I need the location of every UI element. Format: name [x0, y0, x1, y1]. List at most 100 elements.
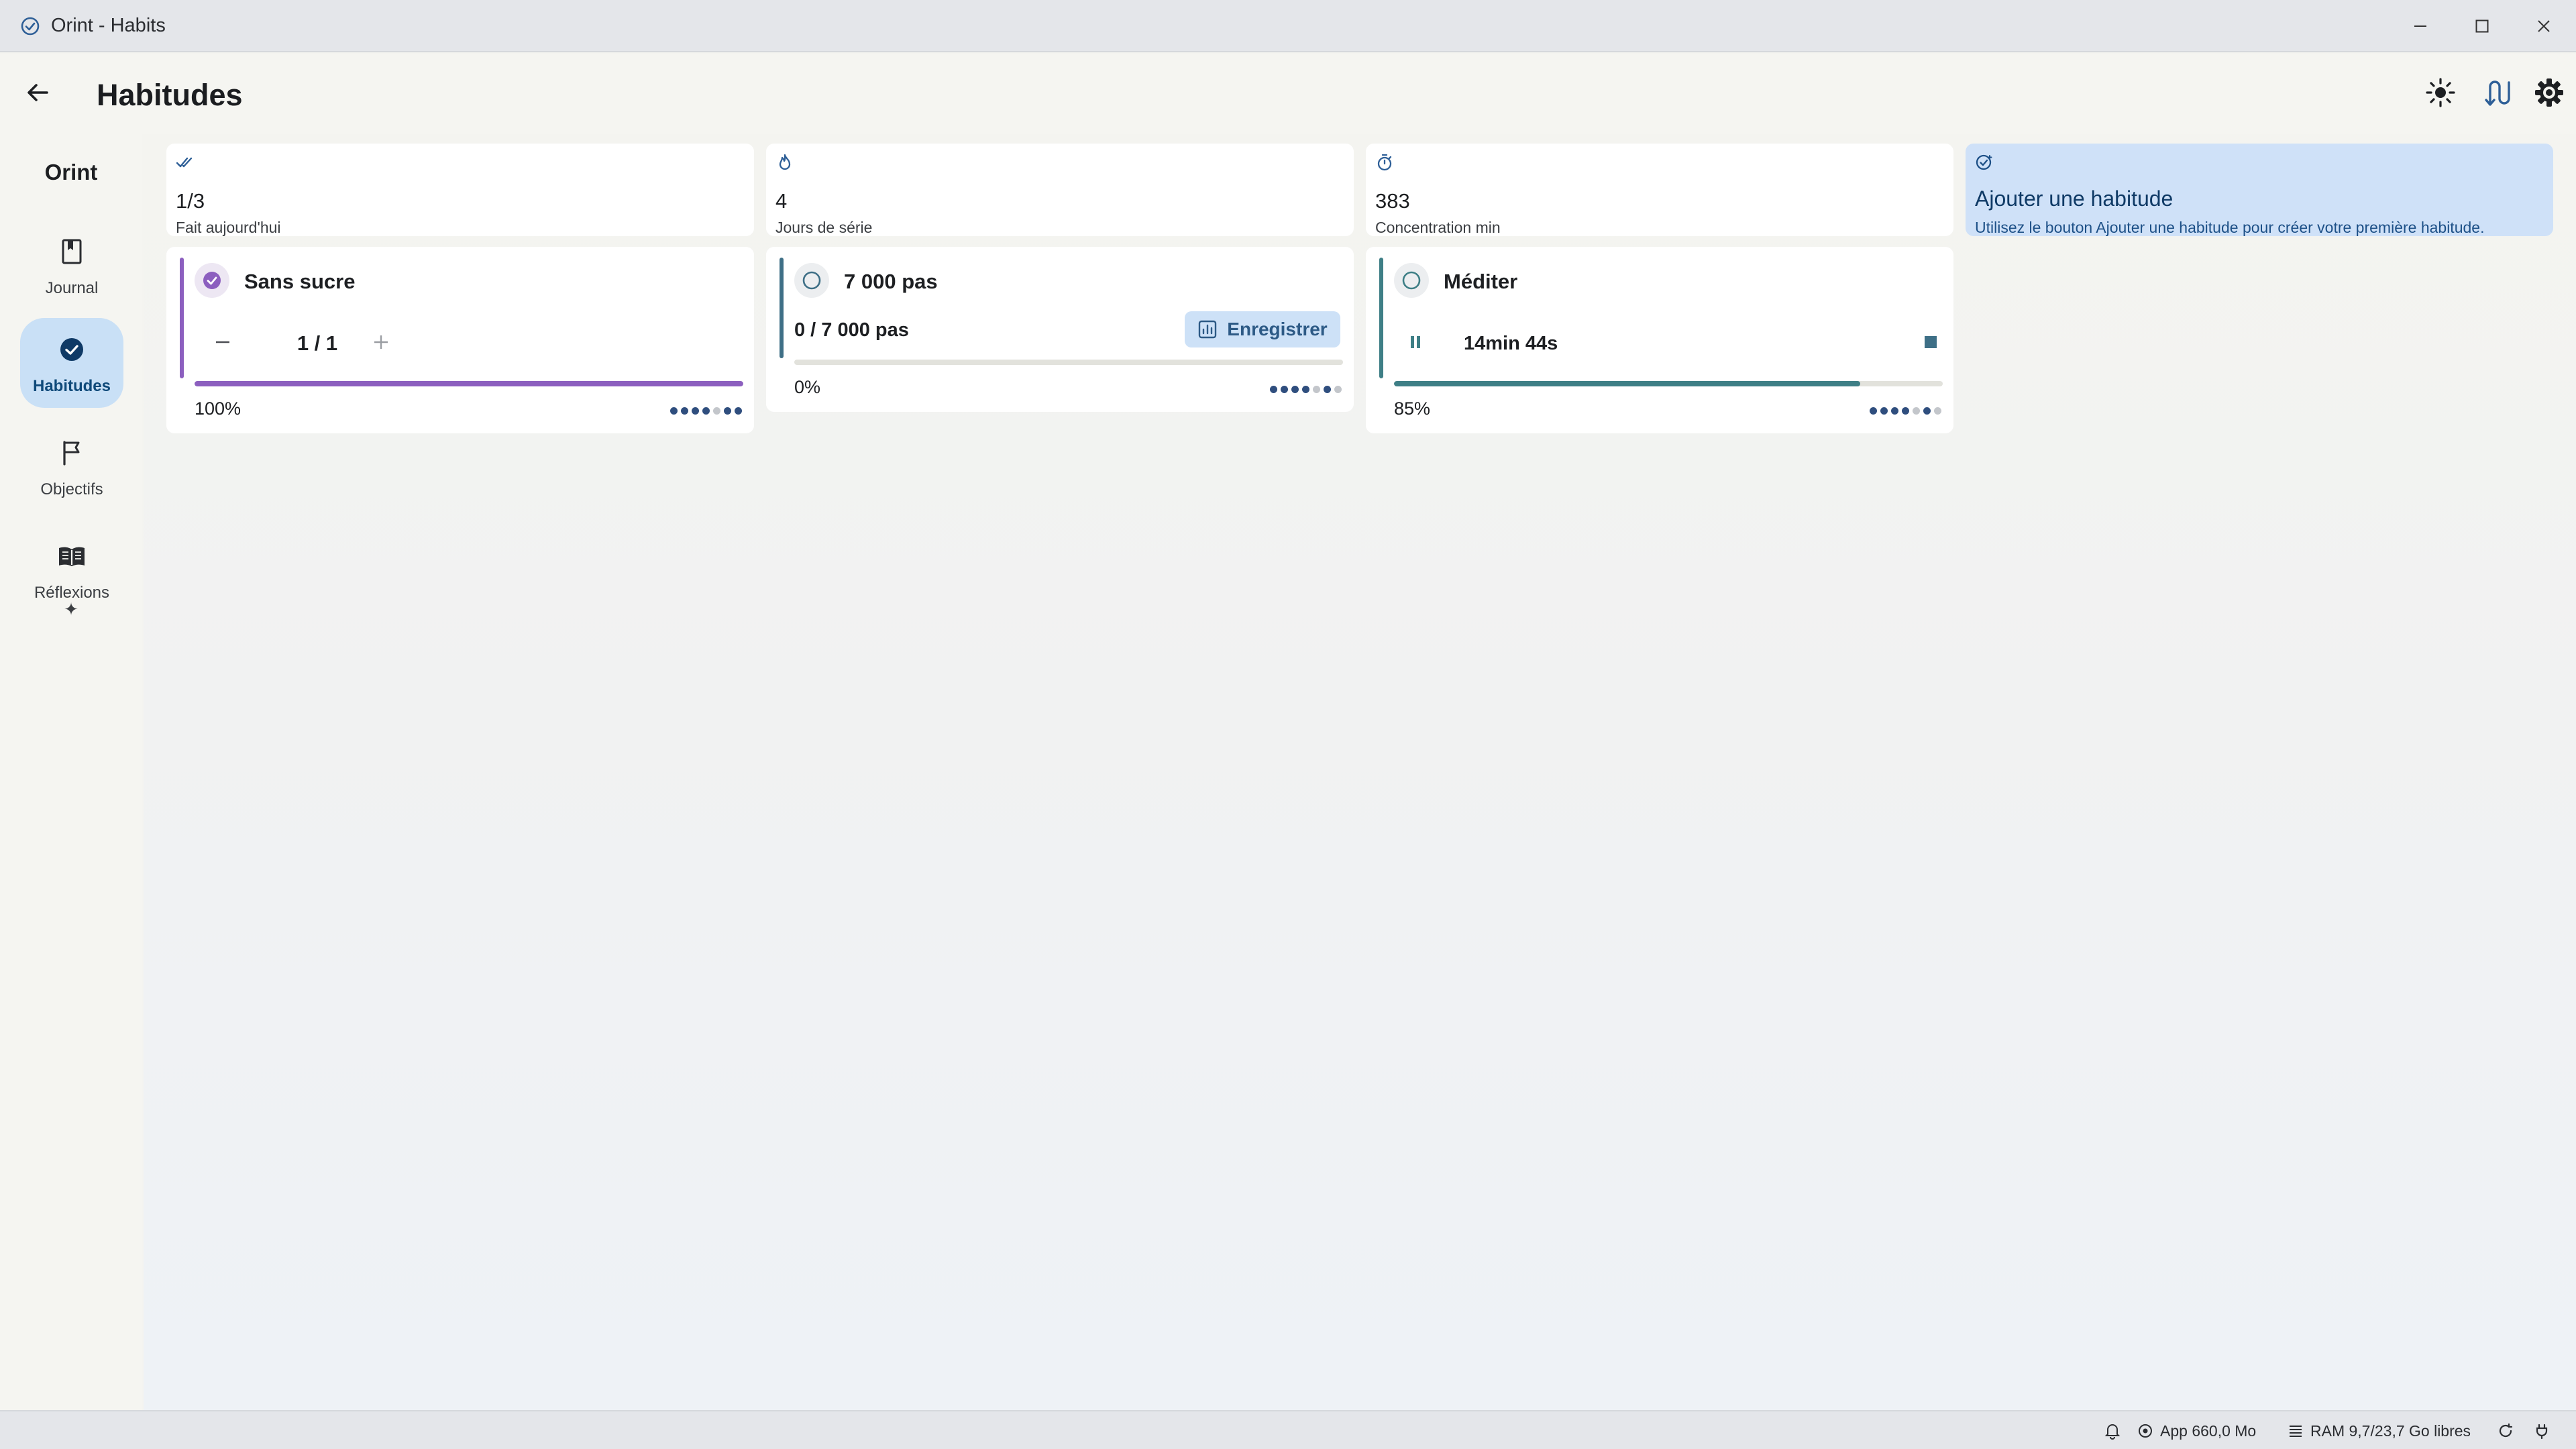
habit-progress-fill — [1394, 381, 1861, 386]
page-header: Habitudes — [0, 54, 2576, 134]
check-plus-icon — [1976, 154, 1992, 170]
empty-circle-icon — [802, 271, 821, 290]
stat-label: Concentration min — [1375, 219, 1501, 236]
habit-done-toggle[interactable] — [1394, 263, 1429, 298]
stat-value: 1/3 — [176, 189, 205, 213]
habit-done-toggle[interactable] — [195, 263, 229, 298]
habit-progress-bar — [794, 360, 1343, 365]
sidebar-item-habitudes[interactable]: Habitudes — [20, 318, 123, 408]
gear-icon — [2535, 78, 2563, 107]
record-button[interactable]: Enregistrer — [1185, 311, 1340, 347]
refresh-icon — [2499, 1423, 2513, 1438]
bookmark-icon — [62, 239, 82, 264]
history-dot — [1270, 385, 1277, 393]
history-dot — [1891, 407, 1898, 415]
sidebar-item-label: Habitudes — [32, 377, 111, 395]
habit-percent: 100% — [195, 398, 241, 419]
history-dot — [1870, 407, 1877, 415]
bell-icon — [2104, 1424, 2121, 1440]
sync-button[interactable] — [2477, 74, 2514, 111]
habit-accent — [1379, 258, 1383, 378]
timer-icon — [1377, 154, 1392, 171]
sidebar-item-label: Objectifs — [40, 480, 103, 498]
add-habit-card[interactable]: Ajouter une habitude Utilisez le bouton … — [1966, 144, 2553, 236]
history-dot — [692, 407, 699, 415]
window-title: Orint - Habits — [51, 15, 166, 36]
stepper-value: 1 / 1 — [297, 331, 338, 355]
habit-name: Méditer — [1444, 270, 1518, 293]
habit-name: Sans sucre — [244, 270, 356, 293]
pause-icon — [1411, 336, 1420, 348]
habit-accent — [780, 258, 784, 358]
stat-value: 4 — [775, 189, 788, 213]
habit-percent: 85% — [1394, 398, 1431, 419]
sidebar: Orint Journal Habitudes Objectifs Réflex… — [0, 134, 142, 1410]
history-dot — [735, 407, 742, 415]
history-dot — [1913, 407, 1920, 415]
maximize-icon — [2475, 19, 2489, 33]
history-dot — [1934, 407, 1941, 415]
chip-icon — [2139, 1424, 2152, 1438]
history-dot — [1880, 407, 1888, 415]
habit-card-sans-sucre: Sans sucre 1 / 1 100% — [166, 247, 754, 433]
sidebar-item-journal[interactable]: Journal — [20, 220, 123, 310]
habit-timer: 14min 44s — [1464, 333, 1558, 354]
plug-icon — [2536, 1424, 2548, 1440]
history-dot — [1902, 407, 1909, 415]
open-book-icon — [59, 547, 85, 566]
empty-circle-icon — [1402, 271, 1421, 290]
status-bar: App 660,0 Mo RAM 9,7/23,7 Go libres — [0, 1410, 2576, 1449]
stat-card-focus: 383 Concentration min — [1366, 144, 1953, 236]
habit-progress-text: 0 / 7 000 pas — [794, 319, 909, 341]
habit-name: 7 000 pas — [844, 270, 938, 293]
connection-button[interactable] — [2533, 1421, 2551, 1441]
arrow-left-icon — [28, 84, 48, 101]
habit-percent: 0% — [794, 377, 821, 397]
theme-toggle-button[interactable] — [2422, 74, 2459, 111]
history-dot — [1324, 385, 1331, 393]
title-bar: Orint - Habits — [0, 0, 2576, 52]
close-window-button[interactable] — [2524, 9, 2564, 43]
history-dot — [1291, 385, 1299, 393]
plus-icon — [374, 335, 388, 349]
decrement-button[interactable] — [207, 326, 239, 358]
check-circle-filled-icon — [203, 272, 221, 289]
minimize-button[interactable] — [2400, 9, 2440, 43]
minus-icon — [216, 341, 229, 343]
habit-progress-fill — [195, 381, 743, 386]
history-dot — [724, 407, 731, 415]
flag-icon — [63, 441, 80, 466]
main-content: 1/3 Fait aujourd'hui 4 Jours de série 38… — [144, 134, 2576, 1410]
history-dot — [1923, 407, 1931, 415]
habit-progress-bar — [195, 381, 743, 386]
settings-button[interactable] — [2530, 74, 2568, 111]
sun-icon — [2426, 78, 2455, 107]
habit-history-dots — [1870, 407, 1941, 415]
stat-card-streak: 4 Jours de série — [766, 144, 1354, 236]
habit-done-toggle[interactable] — [794, 263, 829, 298]
habit-card-mediter: Méditer 14min 44s 85% — [1366, 247, 1953, 433]
refresh-button[interactable] — [2497, 1421, 2514, 1441]
maximize-button[interactable] — [2462, 9, 2502, 43]
habit-accent — [180, 258, 184, 378]
habit-history-dots — [1270, 385, 1342, 393]
back-button[interactable] — [20, 75, 55, 110]
history-dot — [702, 407, 710, 415]
sidebar-item-label: Journal — [45, 279, 99, 297]
minimize-icon — [2414, 25, 2426, 27]
sidebar-item-objectifs[interactable]: Objectifs — [20, 421, 123, 511]
habit-progress-bar — [1394, 381, 1943, 386]
sparkle-icon: ✦ — [64, 599, 78, 619]
history-dot — [1302, 385, 1309, 393]
pause-button[interactable] — [1399, 326, 1432, 358]
history-dot — [1313, 385, 1320, 393]
stop-icon — [1925, 336, 1937, 348]
increment-button[interactable] — [365, 326, 397, 358]
stop-button[interactable] — [1915, 326, 1947, 358]
double-check-icon — [176, 157, 193, 168]
notifications-button[interactable] — [2104, 1421, 2121, 1441]
history-dot — [1334, 385, 1342, 393]
history-dot — [713, 407, 720, 415]
page-title: Habitudes — [97, 78, 243, 112]
ram-icon — [2290, 1426, 2302, 1437]
